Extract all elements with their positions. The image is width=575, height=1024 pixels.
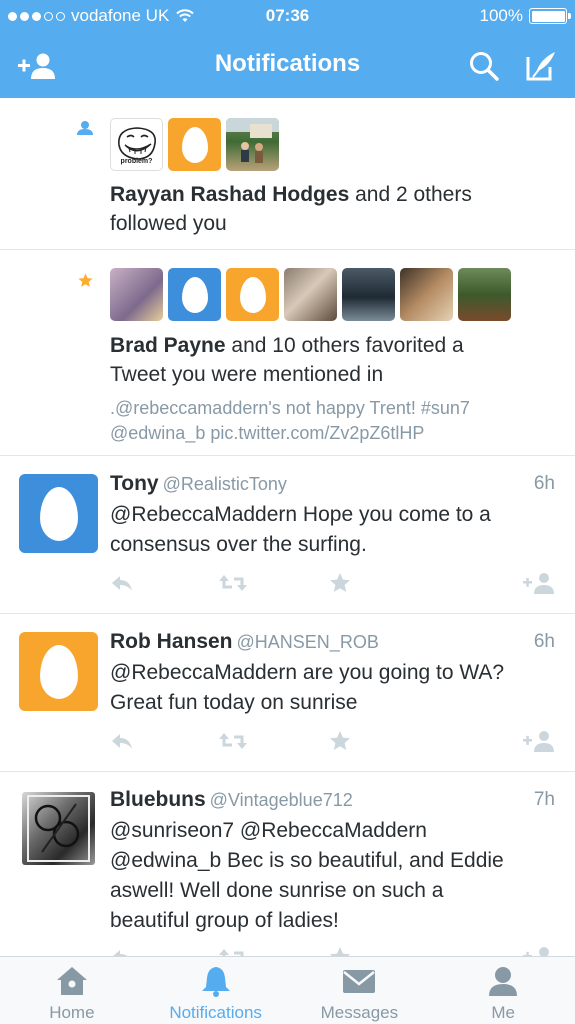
- search-icon: [470, 52, 499, 81]
- tab-notifications[interactable]: Notifications: [144, 957, 288, 1024]
- egg-icon: [39, 644, 78, 699]
- follow-notification[interactable]: problem? Rayyan Rashad Hodges and 2 othe…: [0, 98, 575, 250]
- tweet-author-handle[interactable]: @RealisticTony: [163, 474, 287, 494]
- retweet-button[interactable]: [218, 570, 248, 596]
- egg-icon: [181, 276, 208, 313]
- egg-icon: [239, 276, 266, 313]
- tweet-author-name[interactable]: Rob Hansen: [110, 630, 233, 653]
- bell-icon: [201, 967, 230, 997]
- tweet-actions: [110, 944, 557, 956]
- trollface-caption: problem?: [120, 157, 153, 165]
- tab-messages-label: Messages: [320, 1003, 399, 1022]
- follow-icon: [77, 121, 93, 135]
- top-bar: vodafone UK 07:36 100% Notifications: [0, 0, 575, 98]
- reply-button[interactable]: [110, 944, 134, 956]
- tab-home-label: Home: [49, 1003, 95, 1022]
- tweet-item[interactable]: Tony @RealisticTony 6h @RebeccaMaddern Ho…: [0, 456, 575, 614]
- retweet-button[interactable]: [218, 728, 248, 754]
- tab-messages[interactable]: Messages: [288, 957, 432, 1024]
- star-icon: [330, 573, 350, 592]
- favoriter-avatar-6[interactable]: [400, 268, 453, 321]
- battery-icon: [529, 8, 571, 24]
- star-icon: [330, 947, 350, 956]
- follower-avatar-troll[interactable]: problem?: [110, 118, 163, 171]
- retweet-icon: [219, 733, 247, 749]
- follower-avatar-egg[interactable]: [168, 118, 221, 171]
- favorite-button[interactable]: [328, 944, 352, 956]
- tweet-time: 6h: [533, 473, 555, 494]
- tweet-actions: [110, 570, 557, 596]
- favorite-button[interactable]: [328, 570, 352, 596]
- home-icon: [56, 967, 87, 995]
- notifications-feed[interactable]: problem? Rayyan Rashad Hodges and 2 othe…: [0, 98, 575, 956]
- follow-text: Rayyan Rashad Hodges and 2 others follow…: [110, 183, 472, 235]
- reply-button[interactable]: [110, 728, 134, 754]
- search-button[interactable]: [462, 44, 506, 88]
- tweet-actions: [110, 728, 557, 754]
- compose-button[interactable]: [519, 44, 563, 88]
- tweet-text: @RebeccaMaddern are you going to WA? Gre…: [110, 661, 505, 714]
- favoriter-avatar-2[interactable]: [168, 268, 221, 321]
- tweet-header: Bluebuns @Vintageblue712 7h: [110, 786, 557, 814]
- tweet-author-name[interactable]: Tony: [110, 472, 159, 495]
- tweet-avatar[interactable]: [22, 792, 95, 865]
- favoriter-avatar-4[interactable]: [284, 268, 337, 321]
- tweet-item[interactable]: Rob Hansen @HANSEN_ROB 6h @RebeccaMaddern…: [0, 614, 575, 772]
- tweet-time: 7h: [533, 789, 555, 810]
- favoriter-avatar-7[interactable]: [458, 268, 511, 321]
- favoriter-avatar-1[interactable]: [110, 268, 163, 321]
- follow-button[interactable]: [522, 570, 556, 596]
- egg-icon: [181, 126, 208, 163]
- tweet-text: @RebeccaMaddern Hope you come to a conse…: [110, 503, 491, 556]
- envelope-icon: [343, 970, 376, 993]
- follow-icon: [523, 731, 554, 752]
- tweet-header: Rob Hansen @HANSEN_ROB 6h: [110, 628, 557, 656]
- egg-icon: [39, 486, 78, 541]
- tweet-text: @sunriseon7 @RebeccaMaddern @edwina_b Be…: [110, 819, 504, 932]
- favoriter-avatar-3[interactable]: [226, 268, 279, 321]
- star-icon: [78, 273, 93, 287]
- tweet-author-handle[interactable]: @Vintageblue712: [210, 790, 353, 810]
- favorite-actor[interactable]: Brad Payne: [110, 334, 226, 357]
- follow-button[interactable]: [522, 944, 556, 956]
- reply-icon: [112, 576, 132, 591]
- follow-actor[interactable]: Rayyan Rashad Hodges: [110, 183, 349, 206]
- favorite-button[interactable]: [328, 728, 352, 754]
- tweet-item[interactable]: Bluebuns @Vintageblue712 7h @sunriseon7 @…: [0, 772, 575, 956]
- star-icon: [330, 731, 350, 750]
- tweet-header: Tony @RealisticTony 6h: [110, 470, 557, 498]
- follow-icon: [523, 947, 549, 956]
- tweet-avatar[interactable]: [19, 474, 98, 553]
- favorite-notification[interactable]: Brad Payne and 10 others favorited a Twe…: [0, 250, 575, 456]
- favorite-text: Brad Payne and 10 others favorited a Twe…: [110, 334, 464, 386]
- favorited-tweet-quote[interactable]: .@rebeccamaddern's not happy Trent! #sun…: [110, 396, 551, 446]
- tab-me[interactable]: Me: [431, 957, 575, 1024]
- compose-icon: [526, 52, 555, 81]
- status-bar: vodafone UK 07:36 100%: [0, 0, 575, 32]
- reply-button[interactable]: [110, 570, 134, 596]
- reply-icon: [112, 734, 132, 749]
- person-icon: [489, 967, 518, 996]
- tab-notifications-label: Notifications: [169, 1003, 262, 1022]
- tweet-author-name[interactable]: Bluebuns: [110, 788, 206, 811]
- tweet-avatar[interactable]: [19, 632, 98, 711]
- trollface-image: [117, 126, 156, 160]
- photo-image: [27, 795, 90, 862]
- tab-me-label: Me: [491, 1003, 515, 1022]
- photo-image: [226, 118, 279, 163]
- reply-icon: [113, 950, 127, 956]
- retweet-icon: [219, 949, 244, 956]
- tweet-author-handle[interactable]: @HANSEN_ROB: [237, 632, 379, 652]
- retweet-button[interactable]: [218, 944, 248, 956]
- tweet-time: 6h: [533, 631, 555, 652]
- follow-icon: [523, 573, 554, 594]
- retweet-icon: [219, 575, 247, 591]
- battery-percent: 100%: [479, 6, 523, 25]
- follow-button[interactable]: [522, 728, 556, 754]
- favoriter-avatar-5[interactable]: [342, 268, 395, 321]
- follower-avatar-photo[interactable]: [226, 118, 279, 171]
- tab-home[interactable]: Home: [0, 957, 144, 1024]
- tab-bar: Home Notifications Messages Me: [0, 956, 575, 1024]
